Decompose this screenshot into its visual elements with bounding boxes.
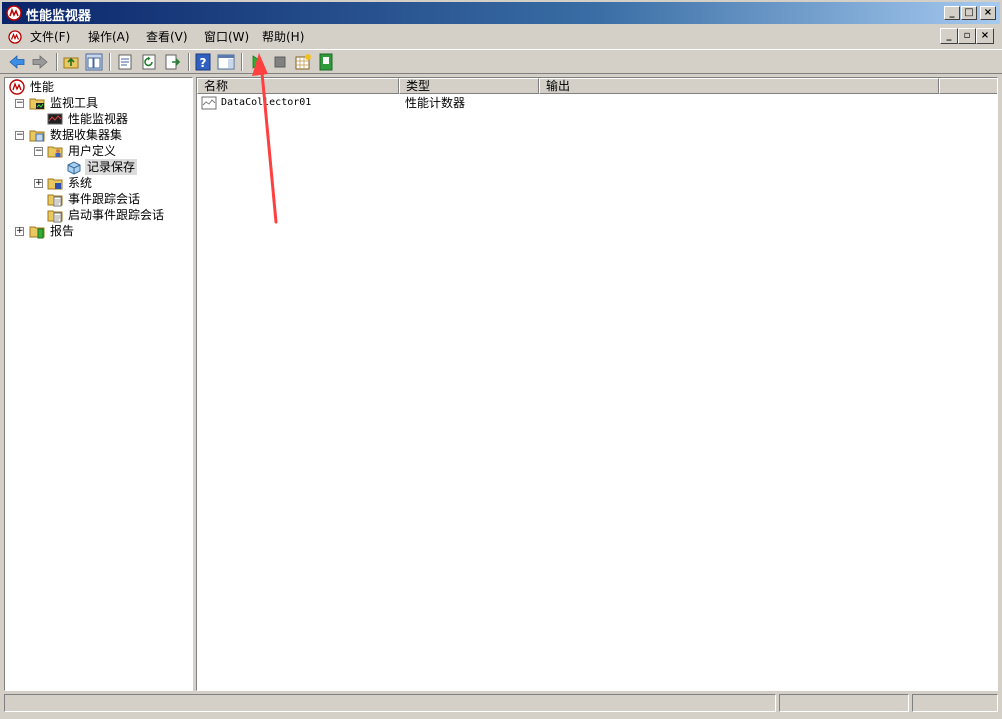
start-icon[interactable] <box>248 53 266 71</box>
perf-chart-icon <box>47 113 63 125</box>
status-panel-secondary <box>779 694 909 712</box>
tree-label: 事件跟踪会话 <box>68 192 141 206</box>
export-icon[interactable] <box>164 53 182 71</box>
app-window: 性能监视器 _ □ × 文件(F) 操作(A) 查看(V) 窗口(W) 帮助(H… <box>0 0 1002 719</box>
stop-icon[interactable] <box>271 53 289 71</box>
folder-trace-icon <box>47 210 63 223</box>
expand-toggle[interactable]: + <box>15 227 24 236</box>
folder-system-icon <box>47 178 63 190</box>
tree-label: 记录保存 <box>85 159 138 175</box>
folder-trace-icon <box>47 194 63 207</box>
folder-chart-icon <box>29 98 45 110</box>
tree-label: 用户定义 <box>68 144 117 158</box>
table-row[interactable]: DataCollector01 性能计数器 <box>201 95 981 111</box>
mdi-minimize-button[interactable]: _ <box>940 28 958 44</box>
properties-icon[interactable] <box>116 53 134 71</box>
mdi-restore-button[interactable]: ▫ <box>958 28 976 44</box>
collector-set-icon <box>67 161 81 175</box>
save-template-icon[interactable] <box>317 53 335 71</box>
title-bar[interactable]: 性能监视器 _ □ × <box>2 2 1000 24</box>
up-folder-icon[interactable] <box>62 53 80 71</box>
help-icon[interactable]: ? <box>194 53 212 71</box>
column-header-name[interactable]: 名称 <box>197 78 399 94</box>
tree-label: 性能监视器 <box>68 112 129 126</box>
status-panel-tertiary <box>912 694 998 712</box>
refresh-icon[interactable] <box>140 53 158 71</box>
performance-icon <box>9 79 25 95</box>
tree-label: 监视工具 <box>50 96 99 110</box>
tree-label: 启动事件跟踪会话 <box>68 208 165 222</box>
menu-help[interactable]: 帮助(H) <box>262 29 304 45</box>
status-panel-main <box>4 694 776 712</box>
tree-label: 数据收集器集 <box>50 128 123 142</box>
menu-window[interactable]: 窗口(W) <box>204 29 249 45</box>
column-header-filler <box>939 78 997 94</box>
show-action-pane-icon[interactable] <box>217 53 235 71</box>
toolbar-separator <box>56 53 58 71</box>
navigation-tree[interactable]: 性能 − 监视工具 性能监视器 − 数据收集器集 − 用户定义 记录保存 + 系… <box>4 77 193 691</box>
maximize-button[interactable]: □ <box>961 6 977 20</box>
row-name: DataCollector01 <box>221 97 312 108</box>
toolbar: ? <box>0 49 1002 74</box>
status-bar <box>0 692 1002 714</box>
toolbar-separator <box>241 53 243 71</box>
collapse-toggle[interactable]: − <box>15 131 24 140</box>
toolbar-separator <box>109 53 111 71</box>
folder-collector-icon <box>29 130 45 142</box>
show-hide-tree-icon[interactable] <box>85 53 103 71</box>
menu-view[interactable]: 查看(V) <box>146 29 188 45</box>
expand-toggle[interactable]: + <box>34 179 43 188</box>
details-list[interactable]: 名称 类型 输出 DataCollector01 性能计数器 <box>196 77 998 691</box>
folder-report-icon <box>29 226 45 239</box>
svg-text:?: ? <box>200 56 207 70</box>
row-type: 性能计数器 <box>405 96 466 110</box>
forward-icon[interactable] <box>31 53 49 71</box>
menu-bar: 文件(F) 操作(A) 查看(V) 窗口(W) 帮助(H) <box>0 26 1002 48</box>
column-header-type[interactable]: 类型 <box>399 78 539 94</box>
back-icon[interactable] <box>8 53 26 71</box>
tree-label: 性能 <box>30 80 55 94</box>
minimize-button[interactable]: _ <box>944 6 960 20</box>
menu-file[interactable]: 文件(F) <box>30 29 70 45</box>
counter-chart-icon <box>201 96 217 110</box>
column-header-output[interactable]: 输出 <box>539 78 939 94</box>
collapse-toggle[interactable]: − <box>15 99 24 108</box>
document-system-menu-icon[interactable] <box>8 30 22 44</box>
tree-label: 系统 <box>68 176 93 190</box>
window-title: 性能监视器 <box>26 9 92 24</box>
menu-action[interactable]: 操作(A) <box>88 29 130 45</box>
perfmon-app-icon <box>6 5 22 21</box>
folder-user-icon <box>47 146 63 158</box>
toolbar-separator <box>188 53 190 71</box>
mdi-close-button[interactable]: × <box>976 28 994 44</box>
new-icon[interactable] <box>294 53 312 71</box>
tree-label: 报告 <box>50 224 75 238</box>
collapse-toggle[interactable]: − <box>34 147 43 156</box>
close-button[interactable]: × <box>980 6 996 20</box>
